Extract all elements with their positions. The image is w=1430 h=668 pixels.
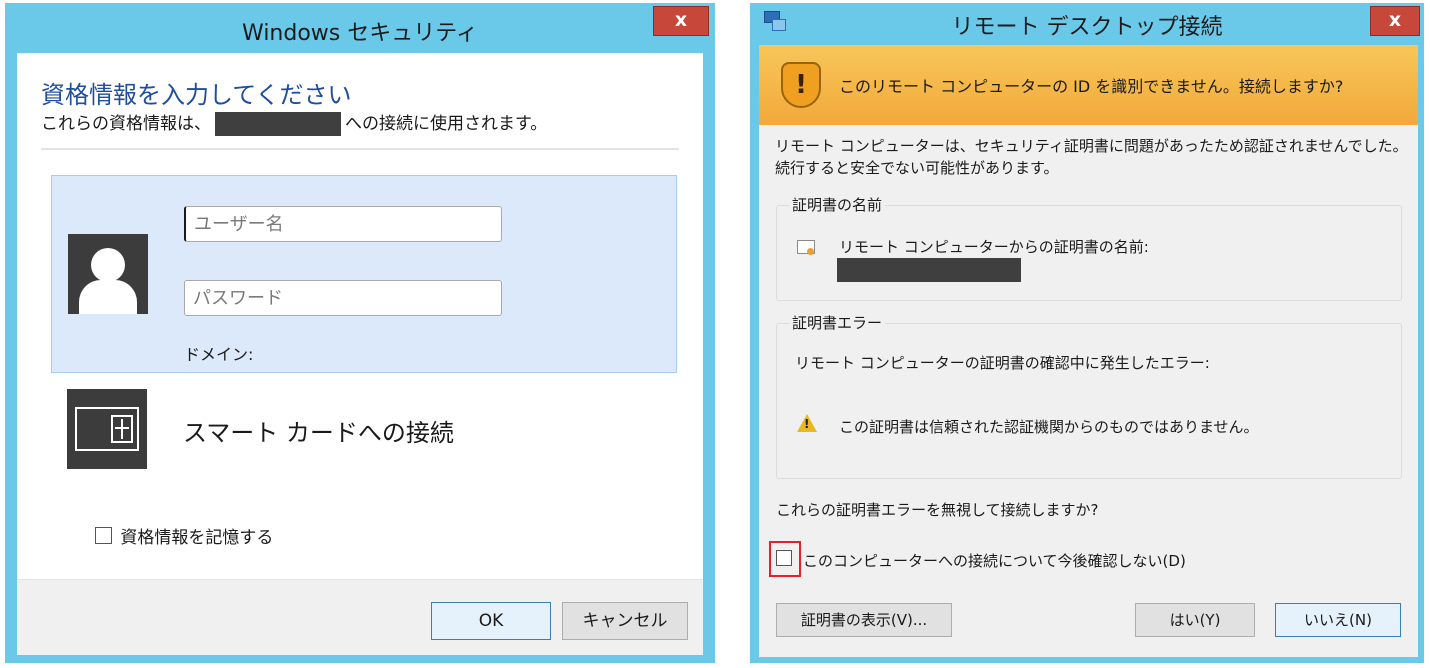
ok-button[interactable]: OK: [431, 602, 551, 640]
dont-ask-checkbox[interactable]: [776, 550, 792, 566]
smartcard-label: スマート カードへの接続: [183, 419, 454, 447]
cancel-button[interactable]: キャンセル: [562, 602, 688, 640]
warning-mark: !: [804, 417, 810, 431]
subtext-before: これらの資格情報は、: [41, 114, 211, 134]
cert-error-group-title: 証明書エラー: [789, 312, 886, 333]
subtext-after: への接続に使用されます。: [345, 114, 548, 134]
certificate-icon: [797, 240, 815, 255]
ignore-errors-question: これらの証明書エラーを無視して接続しますか?: [776, 501, 1099, 519]
security-titlebar: Windows セキュリティ x: [5, 3, 715, 53]
security-close-button[interactable]: x: [653, 6, 709, 36]
security-title: Windows セキュリティ: [242, 21, 478, 46]
cert-error-label: リモート コンピューターの証明書の確認中に発生したエラー:: [795, 354, 1210, 372]
avatar-body: [79, 280, 137, 314]
cert-name-group: 証明書の名前 リモート コンピューターからの証明書の名前:: [776, 194, 1402, 301]
remember-credentials-label: 資格情報を記憶する: [120, 528, 274, 548]
avatar-head: [91, 248, 125, 282]
password-input[interactable]: [184, 280, 502, 316]
yes-button[interactable]: はい(Y): [1135, 603, 1255, 637]
rdp-title: リモート デスクトップ接続: [951, 15, 1223, 40]
rdp-client-area: ! このリモート コンピューターの ID を識別できません。接続しますか? リモ…: [759, 45, 1418, 657]
windows-security-dialog: Windows セキュリティ x 資格情報を入力してください これらの資格情報は…: [5, 3, 715, 663]
redacted-server-name: [215, 112, 341, 136]
smartcard-option[interactable]: スマート カードへの接続: [67, 389, 627, 471]
identity-warning-banner: ! このリモート コンピューターの ID を識別できません。接続しますか?: [759, 45, 1418, 125]
cert-error-text: この証明書は信頼された認証機関からのものではありません。: [839, 418, 1259, 436]
rdp-close-button[interactable]: x: [1370, 6, 1420, 36]
security-client-area: 資格情報を入力してください これらの資格情報は、 への接続に使用されます。 ドメイ…: [17, 53, 703, 655]
username-input[interactable]: [184, 206, 502, 242]
domain-label: ドメイン:: [184, 345, 254, 364]
cert-name-label: リモート コンピューターからの証明書の名前:: [839, 238, 1149, 256]
cert-name-group-title: 証明書の名前: [789, 194, 886, 215]
card-outline: [75, 407, 139, 451]
credential-tile[interactable]: ドメイン:: [51, 175, 677, 373]
no-button[interactable]: いいえ(N): [1275, 603, 1401, 637]
warning-triangle-icon: !: [797, 414, 817, 432]
cert-error-group: 証明書エラー リモート コンピューターの証明書の確認中に発生したエラー: ! こ…: [776, 312, 1402, 479]
view-certificate-button[interactable]: 証明書の表示(V)...: [776, 603, 952, 637]
redacted-cert-name: [837, 258, 1021, 282]
security-footer: OK キャンセル: [17, 579, 703, 655]
smart-card-icon: [67, 389, 147, 469]
banner-text: このリモート コンピューターの ID を識別できません。接続しますか?: [839, 77, 1344, 96]
dont-ask-label: このコンピューターへの接続について今後確認しない(D): [803, 552, 1186, 570]
remote-desktop-dialog: リモート デスクトップ接続 x ! このリモート コンピューターの ID を識別…: [750, 3, 1424, 663]
credential-subtext: これらの資格情報は、 への接続に使用されます。: [41, 109, 547, 136]
user-avatar-icon: [68, 234, 148, 314]
warning-description: リモート コンピューターは、セキュリティ証明書に問題があったため認証されませんで…: [775, 137, 1408, 177]
credential-heading: 資格情報を入力してください: [41, 81, 352, 109]
heading-divider: [41, 148, 679, 150]
card-chip: [111, 415, 133, 443]
remember-credentials-checkbox[interactable]: [95, 527, 112, 544]
remember-credentials-option[interactable]: 資格情報を記憶する: [95, 523, 274, 548]
shield-warning-icon: !: [781, 62, 821, 108]
